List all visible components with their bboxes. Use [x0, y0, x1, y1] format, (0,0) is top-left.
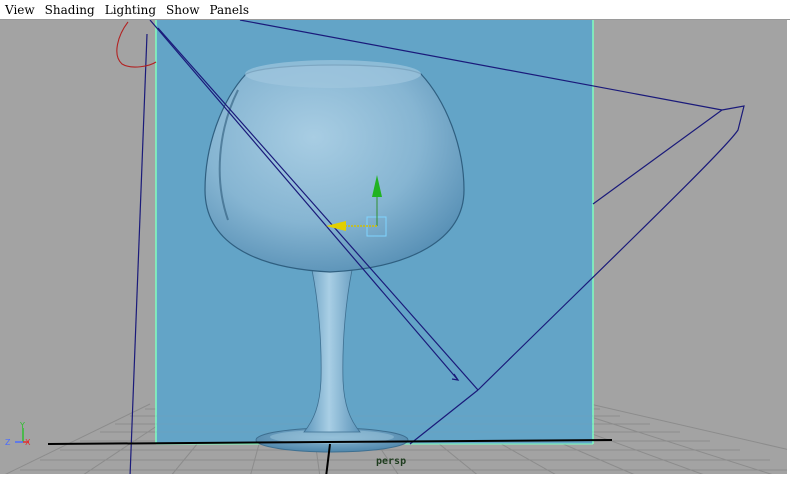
svg-text:Z: Z — [5, 438, 11, 447]
menu-shading[interactable]: Shading — [40, 0, 100, 20]
glass-bowl[interactable] — [204, 64, 465, 273]
menu-panels[interactable]: Panels — [204, 0, 254, 20]
curve-object[interactable] — [116, 21, 157, 68]
camera-name-label: persp — [376, 456, 407, 467]
menu-lighting[interactable]: Lighting — [100, 0, 161, 20]
panel-menubar: View Shading Lighting Show Panels — [0, 0, 790, 20]
axis-gizmo: Y Z X — [5, 422, 31, 447]
axis-indicator: Y Z X — [3, 422, 33, 452]
svg-text:X: X — [25, 438, 31, 447]
svg-text:Y: Y — [19, 422, 25, 430]
menu-view[interactable]: View — [0, 0, 40, 20]
viewport-scene — [0, 20, 790, 477]
perspective-viewport[interactable]: Y Z X persp — [0, 20, 790, 477]
menu-show[interactable]: Show — [161, 0, 204, 20]
